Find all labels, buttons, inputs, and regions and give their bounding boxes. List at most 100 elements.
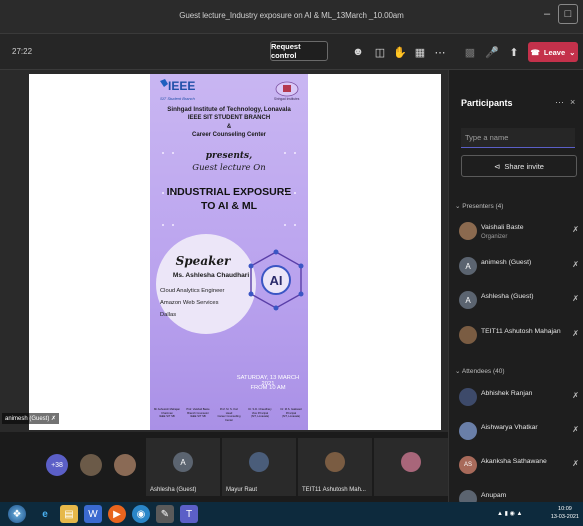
mic-off-icon: ✗ bbox=[572, 459, 579, 468]
close-icon[interactable]: × bbox=[570, 97, 575, 107]
window-title: Guest lecture_Industry exposure on AI & … bbox=[179, 11, 404, 20]
footer-person-4: Dr. S.D. Chaudhary Vice Principal (SIT, Lo… bbox=[248, 408, 272, 418]
file-explorer-icon[interactable]: ▤ bbox=[60, 505, 78, 523]
participant-row[interactable]: TEIT11 Ashutosh Mahajan ✗ bbox=[459, 322, 581, 352]
participant-name: Akanksha Sathawane bbox=[481, 458, 547, 465]
participants-icon[interactable]: ☻ bbox=[350, 43, 366, 61]
footer-person-1: Mr Ashutosh Mahajan Chairman IEEE SIT SB bbox=[154, 408, 180, 418]
clock-time: 10:09 bbox=[558, 506, 572, 512]
avatar: AS bbox=[459, 456, 477, 474]
avatar bbox=[325, 452, 345, 472]
ai-hexagon-graphic: AI bbox=[246, 249, 306, 311]
meeting-toolbar: 27:22 Request control ☻ ◫ ✋ ▦ ⋯ ▩ 🎤 ⬆ ☎ … bbox=[0, 34, 583, 70]
avatar bbox=[459, 326, 477, 344]
chrome-icon[interactable]: ◉ bbox=[132, 505, 150, 523]
participant-row[interactable]: AS Akanksha Sathawane ✗ bbox=[459, 452, 581, 482]
participant-name: Aishwarya Vhatkar bbox=[481, 424, 538, 431]
minimize-icon[interactable]: – bbox=[537, 4, 557, 24]
speaker-circle bbox=[156, 234, 256, 334]
teams-icon[interactable]: T bbox=[180, 505, 198, 523]
participant-search-input[interactable]: Type a name bbox=[461, 128, 575, 148]
participant-name: TEIT11 Ashutosh Mahajan bbox=[481, 328, 561, 335]
avatar bbox=[459, 422, 477, 440]
participant-row[interactable]: Aishwarya Vhatkar ✗ bbox=[459, 418, 581, 448]
avatar[interactable] bbox=[114, 454, 136, 476]
participant-name: animesh (Guest) bbox=[481, 259, 532, 266]
participant-name: Abhishek Ranjan bbox=[481, 390, 533, 397]
mic-off-icon: ✗ bbox=[572, 329, 579, 338]
more-options-icon[interactable]: ⋯ bbox=[555, 97, 564, 108]
browser-icon[interactable]: e bbox=[36, 505, 54, 523]
avatar: A bbox=[459, 291, 477, 309]
share-invite-button[interactable]: ⊲ Share invite bbox=[461, 155, 577, 177]
mic-off-icon: ✗ bbox=[572, 425, 579, 434]
participants-panel: Participants ⋯ × Type a name ⊲ Share inv… bbox=[448, 70, 583, 502]
request-control-button[interactable]: Request control bbox=[270, 41, 328, 61]
maximize-icon[interactable]: □ bbox=[558, 4, 578, 24]
mic-off-icon: ✗ bbox=[572, 225, 579, 234]
mic-off-icon: ✗ bbox=[572, 294, 579, 303]
share-tray-icon[interactable]: ⬆ bbox=[506, 43, 522, 61]
participant-name: Vaishali Baste bbox=[481, 224, 524, 231]
chevron-down-icon: ⌄ bbox=[569, 47, 576, 57]
leave-button[interactable]: ☎ Leave ⌄ bbox=[528, 42, 578, 62]
overflow-count-badge[interactable]: +38 bbox=[46, 454, 68, 476]
avatar bbox=[459, 490, 477, 502]
paint-icon[interactable]: ✎ bbox=[156, 505, 174, 523]
participant-row[interactable]: Anupam bbox=[459, 486, 581, 502]
title-bar: Guest lecture_Industry exposure on AI & … bbox=[0, 0, 583, 34]
share-invite-label: Share invite bbox=[504, 161, 544, 171]
attendees-section-toggle[interactable]: ⌄ Attendees (40) bbox=[455, 367, 505, 375]
mic-off-icon[interactable]: 🎤 bbox=[484, 43, 500, 61]
svg-text:IEEE: IEEE bbox=[168, 79, 195, 93]
mic-off-icon: ✗ bbox=[572, 260, 579, 269]
raise-hand-icon[interactable]: ✋ bbox=[392, 43, 408, 61]
participants-header: Participants bbox=[461, 98, 513, 108]
avatar[interactable] bbox=[80, 454, 102, 476]
breakout-rooms-icon[interactable]: ▦ bbox=[412, 43, 428, 61]
shared-content-stage: IEEE SIT Student Branch Sinhgad Institut… bbox=[0, 70, 448, 432]
start-button-icon[interactable]: ❖ bbox=[8, 505, 26, 523]
phone-icon: ☎ bbox=[530, 47, 540, 57]
participant-row[interactable]: Vaishali Baste Organizer ✗ bbox=[459, 218, 581, 248]
speaker-role-2: Amazon Web Services bbox=[160, 300, 219, 306]
svg-text:Sinhgad Institutes: Sinhgad Institutes bbox=[274, 97, 300, 101]
headline-line-2: TO AI & ML bbox=[201, 200, 257, 212]
more-options-icon[interactable]: ⋯ bbox=[432, 43, 448, 61]
participant-row[interactable]: A animesh (Guest) ✗ bbox=[459, 253, 581, 283]
participant-row[interactable]: A Ashlesha (Guest) ✗ bbox=[459, 287, 581, 317]
chat-icon[interactable]: ◫ bbox=[372, 43, 388, 61]
system-tray-icons[interactable]: ▲ ▮ ◉ ▲ bbox=[497, 510, 522, 517]
sinhgad-logo: Sinhgad Institutes bbox=[272, 80, 302, 102]
svg-text:SIT Student Branch: SIT Student Branch bbox=[160, 96, 196, 101]
event-time: FROM 10 AM bbox=[250, 385, 286, 391]
video-tile[interactable] bbox=[374, 438, 448, 496]
presenter-name: animesh (Guest) bbox=[5, 416, 50, 422]
meeting-timer: 27:22 bbox=[12, 47, 33, 56]
word-icon[interactable]: W bbox=[84, 505, 102, 523]
video-tile[interactable]: Mayur Raut bbox=[222, 438, 296, 496]
tile-name: Ashlesha (Guest) bbox=[150, 487, 197, 493]
avatar bbox=[401, 452, 421, 472]
system-clock[interactable]: 10:09 13-03-2021 bbox=[551, 505, 579, 521]
os-taskbar: ❖ e ▤ W ▶ ◉ ✎ T ▲ ▮ ◉ ▲ 10:09 13-03-2021 bbox=[0, 502, 583, 526]
tile-name: Mayur Raut bbox=[226, 487, 258, 493]
tile-name: TEIT11 Ashutosh Mah... bbox=[302, 487, 366, 493]
participant-name: Ashlesha (Guest) bbox=[481, 293, 534, 300]
video-tile[interactable]: A Ashlesha (Guest) bbox=[146, 438, 220, 496]
speaker-label: Speaker bbox=[175, 254, 231, 268]
participant-row[interactable]: Abhishek Ranjan ✗ bbox=[459, 384, 581, 414]
video-tile[interactable]: TEIT11 Ashutosh Mah... bbox=[298, 438, 372, 496]
institute-name: Sinhgad Institute of Technology, Lonaval… bbox=[167, 106, 291, 113]
video-gallery: +38 A Ashlesha (Guest) Mayur Raut TEIT11… bbox=[0, 432, 448, 502]
camera-off-icon[interactable]: ▩ bbox=[462, 43, 478, 61]
participant-name: Anupam bbox=[481, 492, 507, 499]
media-player-icon[interactable]: ▶ bbox=[108, 505, 126, 523]
presenter-name-tag: animesh (Guest) ✗ bbox=[2, 413, 60, 424]
footer-person-2: Prof. Vaishali Baste Branch Counselor IEEE… bbox=[186, 408, 210, 418]
presenters-section-toggle[interactable]: ⌄ Presenters (4) bbox=[455, 202, 503, 210]
avatar bbox=[249, 452, 269, 472]
event-poster: IEEE SIT Student Branch Sinhgad Institut… bbox=[150, 74, 308, 430]
amp-text: & bbox=[226, 124, 232, 130]
share-icon: ⊲ bbox=[494, 161, 501, 171]
